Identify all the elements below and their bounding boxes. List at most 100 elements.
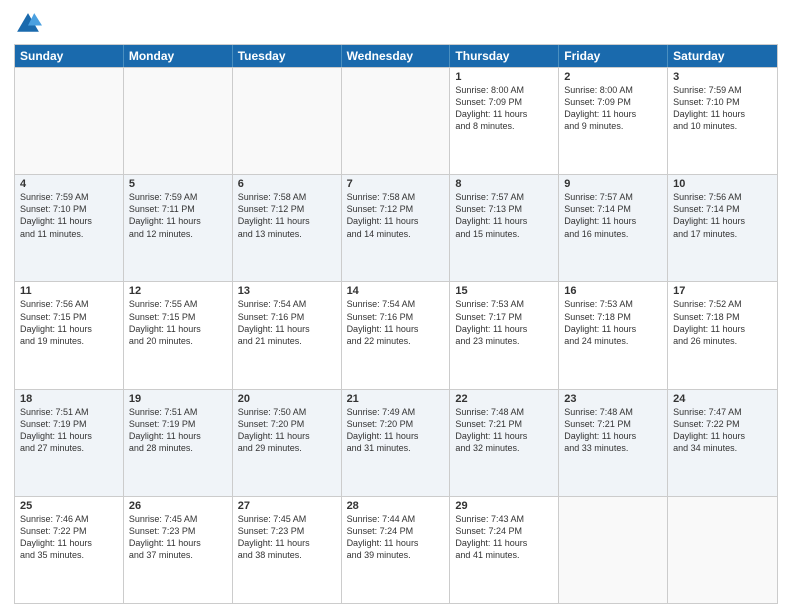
day-cell-1: 1Sunrise: 8:00 AMSunset: 7:09 PMDaylight…: [450, 68, 559, 174]
cell-line: Sunset: 7:21 PM: [564, 418, 662, 430]
cell-line: Sunset: 7:22 PM: [673, 418, 772, 430]
day-cell-13: 13Sunrise: 7:54 AMSunset: 7:16 PMDayligh…: [233, 282, 342, 388]
cell-line: Sunset: 7:20 PM: [238, 418, 336, 430]
day-number: 20: [238, 393, 336, 405]
day-cell-27: 27Sunrise: 7:45 AMSunset: 7:23 PMDayligh…: [233, 497, 342, 603]
day-number: 10: [673, 178, 772, 190]
cell-line: Daylight: 11 hours: [20, 215, 118, 227]
cell-line: Daylight: 11 hours: [347, 537, 445, 549]
day-cell-22: 22Sunrise: 7:48 AMSunset: 7:21 PMDayligh…: [450, 390, 559, 496]
cell-line: Sunrise: 7:56 AM: [673, 191, 772, 203]
cell-line: Daylight: 11 hours: [129, 537, 227, 549]
day-cell-18: 18Sunrise: 7:51 AMSunset: 7:19 PMDayligh…: [15, 390, 124, 496]
cell-line: Sunrise: 7:45 AM: [238, 513, 336, 525]
day-number: 29: [455, 500, 553, 512]
calendar-row-1: 4Sunrise: 7:59 AMSunset: 7:10 PMDaylight…: [15, 174, 777, 281]
cell-line: Sunset: 7:18 PM: [673, 311, 772, 323]
cell-line: Sunset: 7:14 PM: [673, 203, 772, 215]
cell-line: Sunrise: 7:52 AM: [673, 298, 772, 310]
day-cell-16: 16Sunrise: 7:53 AMSunset: 7:18 PMDayligh…: [559, 282, 668, 388]
day-number: 5: [129, 178, 227, 190]
cell-line: Sunrise: 7:59 AM: [20, 191, 118, 203]
cell-line: Sunset: 7:23 PM: [129, 525, 227, 537]
cell-line: Sunrise: 7:59 AM: [129, 191, 227, 203]
cell-line: and 16 minutes.: [564, 228, 662, 240]
day-number: 4: [20, 178, 118, 190]
cell-line: Daylight: 11 hours: [673, 430, 772, 442]
day-cell-23: 23Sunrise: 7:48 AMSunset: 7:21 PMDayligh…: [559, 390, 668, 496]
cell-line: Sunrise: 7:55 AM: [129, 298, 227, 310]
header-cell-friday: Friday: [559, 45, 668, 67]
cell-line: Sunset: 7:09 PM: [455, 96, 553, 108]
cell-line: Sunset: 7:23 PM: [238, 525, 336, 537]
empty-cell: [342, 68, 451, 174]
cell-line: Daylight: 11 hours: [673, 108, 772, 120]
day-cell-10: 10Sunrise: 7:56 AMSunset: 7:14 PMDayligh…: [668, 175, 777, 281]
cell-line: and 38 minutes.: [238, 549, 336, 561]
cell-line: Sunset: 7:14 PM: [564, 203, 662, 215]
cell-line: and 13 minutes.: [238, 228, 336, 240]
cell-line: Sunset: 7:19 PM: [20, 418, 118, 430]
cell-line: Sunset: 7:18 PM: [564, 311, 662, 323]
cell-line: Sunrise: 7:54 AM: [347, 298, 445, 310]
cell-line: Sunrise: 7:44 AM: [347, 513, 445, 525]
logo: [14, 10, 46, 38]
cell-line: Daylight: 11 hours: [455, 430, 553, 442]
calendar-row-2: 11Sunrise: 7:56 AMSunset: 7:15 PMDayligh…: [15, 281, 777, 388]
day-cell-20: 20Sunrise: 7:50 AMSunset: 7:20 PMDayligh…: [233, 390, 342, 496]
cell-line: Daylight: 11 hours: [564, 323, 662, 335]
empty-cell: [15, 68, 124, 174]
cell-line: and 28 minutes.: [129, 442, 227, 454]
cell-line: Sunset: 7:16 PM: [347, 311, 445, 323]
day-cell-2: 2Sunrise: 8:00 AMSunset: 7:09 PMDaylight…: [559, 68, 668, 174]
day-number: 3: [673, 71, 772, 83]
cell-line: Sunset: 7:12 PM: [347, 203, 445, 215]
calendar: SundayMondayTuesdayWednesdayThursdayFrid…: [14, 44, 778, 604]
empty-cell: [233, 68, 342, 174]
cell-line: Daylight: 11 hours: [20, 323, 118, 335]
cell-line: Daylight: 11 hours: [129, 323, 227, 335]
cell-line: and 9 minutes.: [564, 120, 662, 132]
day-number: 21: [347, 393, 445, 405]
cell-line: and 19 minutes.: [20, 335, 118, 347]
day-cell-12: 12Sunrise: 7:55 AMSunset: 7:15 PMDayligh…: [124, 282, 233, 388]
day-cell-17: 17Sunrise: 7:52 AMSunset: 7:18 PMDayligh…: [668, 282, 777, 388]
cell-line: Daylight: 11 hours: [238, 430, 336, 442]
cell-line: and 34 minutes.: [673, 442, 772, 454]
cell-line: Sunrise: 8:00 AM: [564, 84, 662, 96]
cell-line: Sunrise: 7:51 AM: [20, 406, 118, 418]
cell-line: Sunset: 7:24 PM: [455, 525, 553, 537]
header-cell-wednesday: Wednesday: [342, 45, 451, 67]
day-cell-4: 4Sunrise: 7:59 AMSunset: 7:10 PMDaylight…: [15, 175, 124, 281]
day-cell-6: 6Sunrise: 7:58 AMSunset: 7:12 PMDaylight…: [233, 175, 342, 281]
cell-line: Sunset: 7:15 PM: [20, 311, 118, 323]
day-number: 17: [673, 285, 772, 297]
cell-line: Sunrise: 7:50 AM: [238, 406, 336, 418]
day-cell-14: 14Sunrise: 7:54 AMSunset: 7:16 PMDayligh…: [342, 282, 451, 388]
day-number: 15: [455, 285, 553, 297]
cell-line: and 41 minutes.: [455, 549, 553, 561]
day-cell-26: 26Sunrise: 7:45 AMSunset: 7:23 PMDayligh…: [124, 497, 233, 603]
cell-line: Sunset: 7:11 PM: [129, 203, 227, 215]
cell-line: and 33 minutes.: [564, 442, 662, 454]
cell-line: and 35 minutes.: [20, 549, 118, 561]
header-cell-sunday: Sunday: [15, 45, 124, 67]
day-cell-7: 7Sunrise: 7:58 AMSunset: 7:12 PMDaylight…: [342, 175, 451, 281]
cell-line: Sunrise: 7:48 AM: [564, 406, 662, 418]
cell-line: and 37 minutes.: [129, 549, 227, 561]
cell-line: Daylight: 11 hours: [238, 215, 336, 227]
cell-line: Daylight: 11 hours: [564, 430, 662, 442]
cell-line: and 22 minutes.: [347, 335, 445, 347]
cell-line: Sunset: 7:10 PM: [673, 96, 772, 108]
cell-line: Daylight: 11 hours: [673, 215, 772, 227]
cell-line: Daylight: 11 hours: [455, 323, 553, 335]
cell-line: Daylight: 11 hours: [673, 323, 772, 335]
day-number: 8: [455, 178, 553, 190]
cell-line: and 27 minutes.: [20, 442, 118, 454]
header-cell-tuesday: Tuesday: [233, 45, 342, 67]
day-number: 12: [129, 285, 227, 297]
day-cell-8: 8Sunrise: 7:57 AMSunset: 7:13 PMDaylight…: [450, 175, 559, 281]
cell-line: Sunrise: 7:46 AM: [20, 513, 118, 525]
day-cell-24: 24Sunrise: 7:47 AMSunset: 7:22 PMDayligh…: [668, 390, 777, 496]
cell-line: and 32 minutes.: [455, 442, 553, 454]
